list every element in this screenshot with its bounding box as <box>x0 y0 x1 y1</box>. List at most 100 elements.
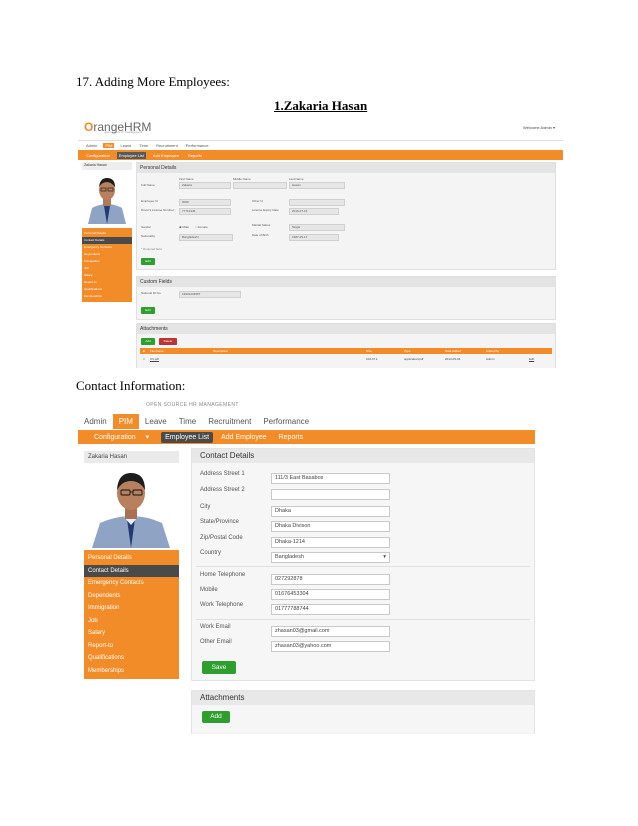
personal-details-screenshot: OrangeHRM open source hr management Welco… <box>78 116 563 368</box>
menu-performance[interactable]: Performance <box>184 143 211 148</box>
national-id-input[interactable]: 19901234567 <box>179 291 241 298</box>
dob-input[interactable]: 1987-05-17 <box>289 234 339 241</box>
last-name-input[interactable]: Hasan <box>289 182 345 189</box>
gender-female-radio[interactable]: ○ Female <box>195 225 208 229</box>
employee-name: Zakaria Hasan <box>84 451 179 463</box>
nationality-label: Nationality <box>141 234 156 238</box>
street2-input[interactable] <box>271 489 390 500</box>
employee-photo[interactable] <box>84 463 179 548</box>
mobile-input[interactable]: 01676453304 <box>271 589 390 600</box>
last-name-label: Last Name <box>289 177 304 181</box>
radio-icon: ○ <box>195 225 197 229</box>
select-all-checkbox[interactable]: ■ <box>140 349 147 353</box>
submenu-add-employee[interactable]: Add Employee <box>151 152 181 159</box>
work-telephone-label: Work Telephone <box>200 602 244 608</box>
menu-time[interactable]: Time <box>137 143 150 148</box>
marital-status-select[interactable]: Single <box>289 224 345 231</box>
gender-label: Gender <box>141 225 152 229</box>
row-checkbox[interactable]: □ <box>140 357 147 361</box>
license-input[interactable]: 77712345 <box>179 208 231 215</box>
street1-input[interactable]: 111/3 East Basabos <box>271 473 390 484</box>
submenu-configuration[interactable]: Configuration <box>84 152 112 159</box>
employee-sidebar: Zakaria Hasan Personal Details Contact D… <box>82 162 132 302</box>
edit-custom-button[interactable]: Edit <box>141 307 155 314</box>
panel-title: Attachments <box>137 324 555 334</box>
sidebar-item-job[interactable]: Job <box>84 615 179 628</box>
menu-admin[interactable]: Admin <box>84 143 99 148</box>
menu-recruitment[interactable]: Recruitment <box>154 143 180 148</box>
sidebar-item-job[interactable]: Job <box>82 265 132 272</box>
menu-leave[interactable]: Leave <box>139 414 173 429</box>
file-size: 102.47 k <box>366 357 378 361</box>
sidebar-item-qualifications[interactable]: Qualifications <box>82 286 132 293</box>
sidebar-item-report-to[interactable]: Report-to <box>82 279 132 286</box>
submenu-reports[interactable]: Reports <box>186 152 204 159</box>
city-input[interactable]: Dhaka <box>271 506 390 517</box>
submenu-add-employee[interactable]: Add Employee <box>217 432 271 443</box>
sidebar-item-dependents[interactable]: Dependents <box>84 590 179 603</box>
zip-input[interactable]: Dhaka-1214 <box>271 537 390 548</box>
sidebar-item-personal-details[interactable]: Personal Details <box>82 230 132 237</box>
sidebar-item-emergency-contacts[interactable]: Emergency Contacts <box>82 244 132 251</box>
file-type: application/pdf <box>404 357 424 361</box>
sidebar-item-personal-details[interactable]: Personal Details <box>84 552 179 565</box>
main-menu: Admin PIM Leave Time Recruitment Perform… <box>78 141 563 150</box>
country-select[interactable]: Bangladesh ▾ <box>271 552 390 563</box>
sidebar-item-immigration[interactable]: Immigration <box>82 258 132 265</box>
other-id-input[interactable] <box>289 199 345 206</box>
work-telephone-input[interactable]: 01777788744 <box>271 604 390 615</box>
menu-leave[interactable]: Leave <box>118 143 133 148</box>
add-attachment-button[interactable]: Add <box>141 338 155 345</box>
menu-admin[interactable]: Admin <box>78 414 113 429</box>
work-email-input[interactable]: zhasan03@gmail.com <box>271 626 390 637</box>
employee-photo[interactable] <box>82 170 132 224</box>
menu-performance[interactable]: Performance <box>257 414 315 429</box>
menu-pim[interactable]: PIM <box>103 143 115 148</box>
middle-name-label: Middle Name <box>233 177 251 181</box>
attachments-table-header: ■ File Name Description Size Type Date A… <box>140 348 552 354</box>
sidebar-item-contact-details[interactable]: Contact Details <box>82 237 132 244</box>
sidebar-item-memberships[interactable]: Memberships <box>82 293 132 300</box>
nationality-select[interactable]: Bangladeshi <box>179 234 233 241</box>
add-attachment-button[interactable]: Add <box>202 711 230 723</box>
menu-time[interactable]: Time <box>173 414 202 429</box>
logo-tagline: OPEN SOURCE HR MANAGEMENT <box>146 402 239 408</box>
sidebar-item-emergency-contacts[interactable]: Emergency Contacts <box>84 577 179 590</box>
panel-title: Custom Fields <box>137 277 555 287</box>
custom-fields-panel: Custom Fields National ID No. 1990123456… <box>136 276 556 320</box>
sidebar-item-salary[interactable]: Salary <box>84 627 179 640</box>
save-button[interactable]: Save <box>202 661 236 674</box>
sidebar-item-qualifications[interactable]: Qualifications <box>84 652 179 665</box>
sidebar-item-salary[interactable]: Salary <box>82 272 132 279</box>
top-bar: OrangeHRM open source hr management Welco… <box>78 116 563 141</box>
sidebar-item-report-to[interactable]: Report-to <box>84 640 179 653</box>
edit-personal-button[interactable]: Edit <box>141 258 155 265</box>
person-photo-icon <box>88 178 126 224</box>
welcome-link[interactable]: Welcome Admin ▾ <box>523 125 555 130</box>
license-label: Driver's License Number <box>141 208 174 212</box>
submenu-employee-list[interactable]: Employee List <box>116 151 146 159</box>
employee-subheading: 1.Zakaria Hasan <box>274 98 368 113</box>
other-email-input[interactable]: zhasan03@yahoo.com <box>271 641 390 652</box>
file-link[interactable]: CV.pdf <box>147 357 210 361</box>
employee-id-input[interactable]: 0009 <box>179 199 231 206</box>
sidebar-item-dependents[interactable]: Dependents <box>82 251 132 258</box>
sidebar-item-memberships[interactable]: Memberships <box>84 665 179 678</box>
home-telephone-input[interactable]: 027292878 <box>271 574 390 585</box>
submenu-configuration[interactable]: Configuration ▾ <box>86 431 157 443</box>
state-input[interactable]: Dhaka Divison <box>271 521 390 532</box>
menu-pim[interactable]: PIM <box>112 413 139 429</box>
first-name-input[interactable]: Zakaria <box>179 182 231 189</box>
delete-attachment-button[interactable]: Delete <box>159 338 177 345</box>
menu-recruitment[interactable]: Recruitment <box>202 414 257 429</box>
attachments-panel: Attachments Add Delete ■ File Name Descr… <box>136 323 556 368</box>
submenu-employee-list[interactable]: Employee List <box>161 431 214 443</box>
sidebar-item-contact-details[interactable]: Contact Details <box>84 564 179 577</box>
gender-male-radio[interactable]: ◉ Male <box>179 225 189 229</box>
middle-name-input[interactable] <box>233 182 287 189</box>
license-expiry-input[interactable]: 2016-07-15 <box>289 208 339 215</box>
submenu-reports[interactable]: Reports <box>275 432 308 443</box>
edit-attachment-link[interactable]: Edit <box>526 357 534 361</box>
sidebar-item-immigration[interactable]: Immigration <box>84 602 179 615</box>
personal-details-panel: Personal Details Full Name First Name Mi… <box>136 162 556 270</box>
